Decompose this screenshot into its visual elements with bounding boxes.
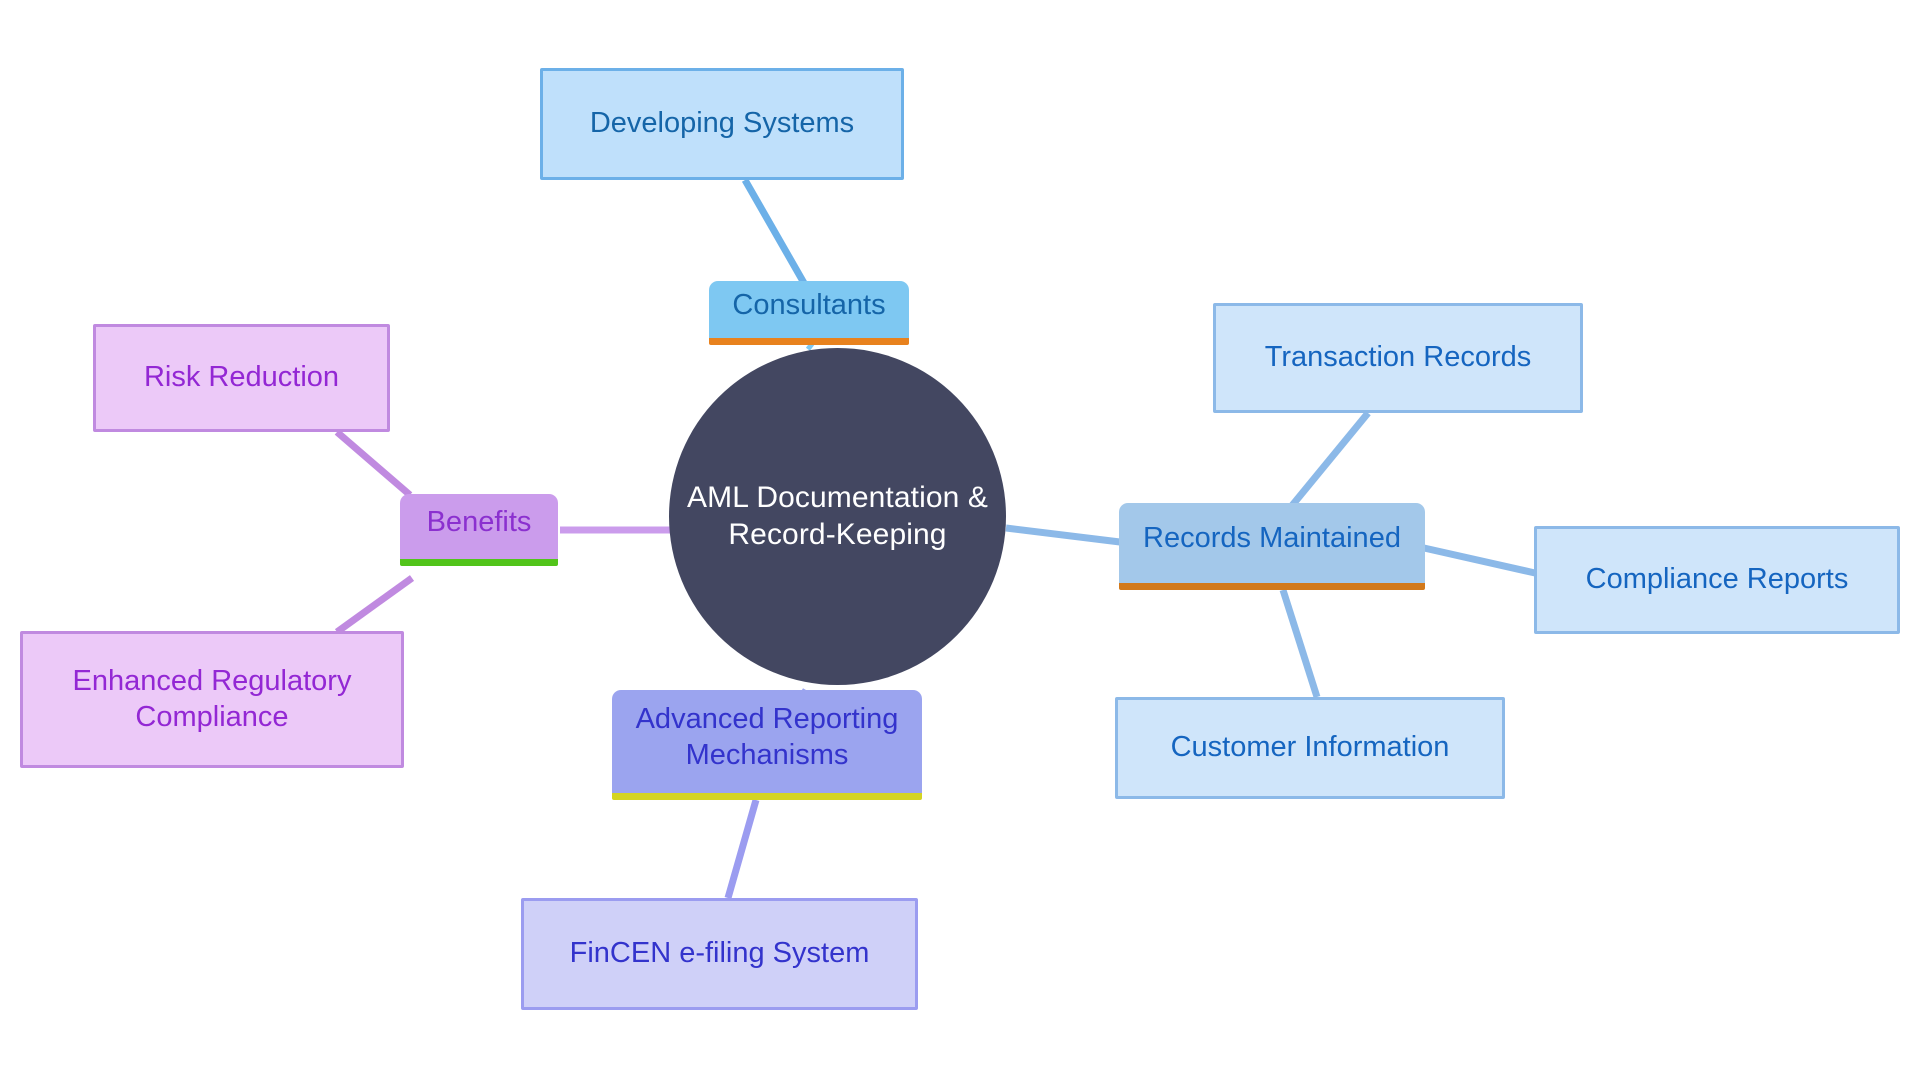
- leaf-node-developing-systems[interactable]: Developing Systems: [540, 68, 904, 180]
- leaf-node-developing-systems-label: Developing Systems: [589, 107, 855, 140]
- leaf-node-risk-reduction[interactable]: Risk Reduction: [93, 324, 390, 432]
- edge-records-maintained-compliance-reports: [1423, 544, 1536, 577]
- root-node-label: AML Documentation & Record-Keeping: [687, 480, 988, 551]
- branch-node-records-maintained[interactable]: Records Maintained: [1119, 503, 1425, 590]
- branch-node-advanced-reporting-mechanisms[interactable]: Advanced Reporting Mechanisms: [612, 690, 922, 800]
- leaf-node-transaction-records-label: Transaction Records: [1264, 341, 1532, 374]
- edge-records-maintained-customer-information: [1279, 588, 1321, 699]
- branch-node-benefits-label: Benefits: [426, 505, 532, 538]
- leaf-node-fincen-e-filing-system-label: FinCEN e-filing System: [569, 937, 870, 970]
- edge-records-maintained-transaction-records: [1287, 410, 1371, 511]
- leaf-node-risk-reduction-label: Risk Reduction: [143, 361, 340, 394]
- edge-advanced-reporting-mechanisms-fincen-e-filing-system: [724, 799, 760, 899]
- edge-consultants-developing-systems: [741, 178, 812, 292]
- edge-benefits-risk-reduction: [334, 429, 413, 498]
- branch-node-records-maintained-label: Records Maintained: [1143, 522, 1401, 555]
- leaf-node-compliance-reports-label: Compliance Reports: [1585, 563, 1849, 596]
- leaf-node-enhanced-regulatory-compliance-label: Enhanced Regulatory Compliance: [72, 665, 352, 733]
- leaf-node-enhanced-regulatory-compliance[interactable]: Enhanced Regulatory Compliance: [20, 631, 404, 768]
- edge-root-records-maintained: [1005, 524, 1121, 546]
- leaf-node-customer-information-label: Customer Information: [1170, 731, 1450, 764]
- leaf-node-fincen-e-filing-system[interactable]: FinCEN e-filing System: [521, 898, 918, 1010]
- branch-node-advanced-reporting-mechanisms-label: Advanced Reporting Mechanisms: [635, 703, 899, 771]
- branch-node-benefits[interactable]: Benefits: [400, 494, 558, 566]
- edge-benefits-enhanced-regulatory-compliance: [334, 575, 415, 635]
- leaf-node-compliance-reports[interactable]: Compliance Reports: [1534, 526, 1900, 634]
- leaf-node-transaction-records[interactable]: Transaction Records: [1213, 303, 1583, 413]
- branch-node-consultants[interactable]: Consultants: [709, 281, 909, 345]
- mindmap-canvas: AML Documentation & Record-Keeping Consu…: [0, 0, 1920, 1080]
- branch-node-consultants-label: Consultants: [732, 288, 886, 321]
- root-node[interactable]: AML Documentation & Record-Keeping: [669, 348, 1006, 685]
- edge-root-consultants: [805, 342, 815, 351]
- leaf-node-customer-information[interactable]: Customer Information: [1115, 697, 1505, 799]
